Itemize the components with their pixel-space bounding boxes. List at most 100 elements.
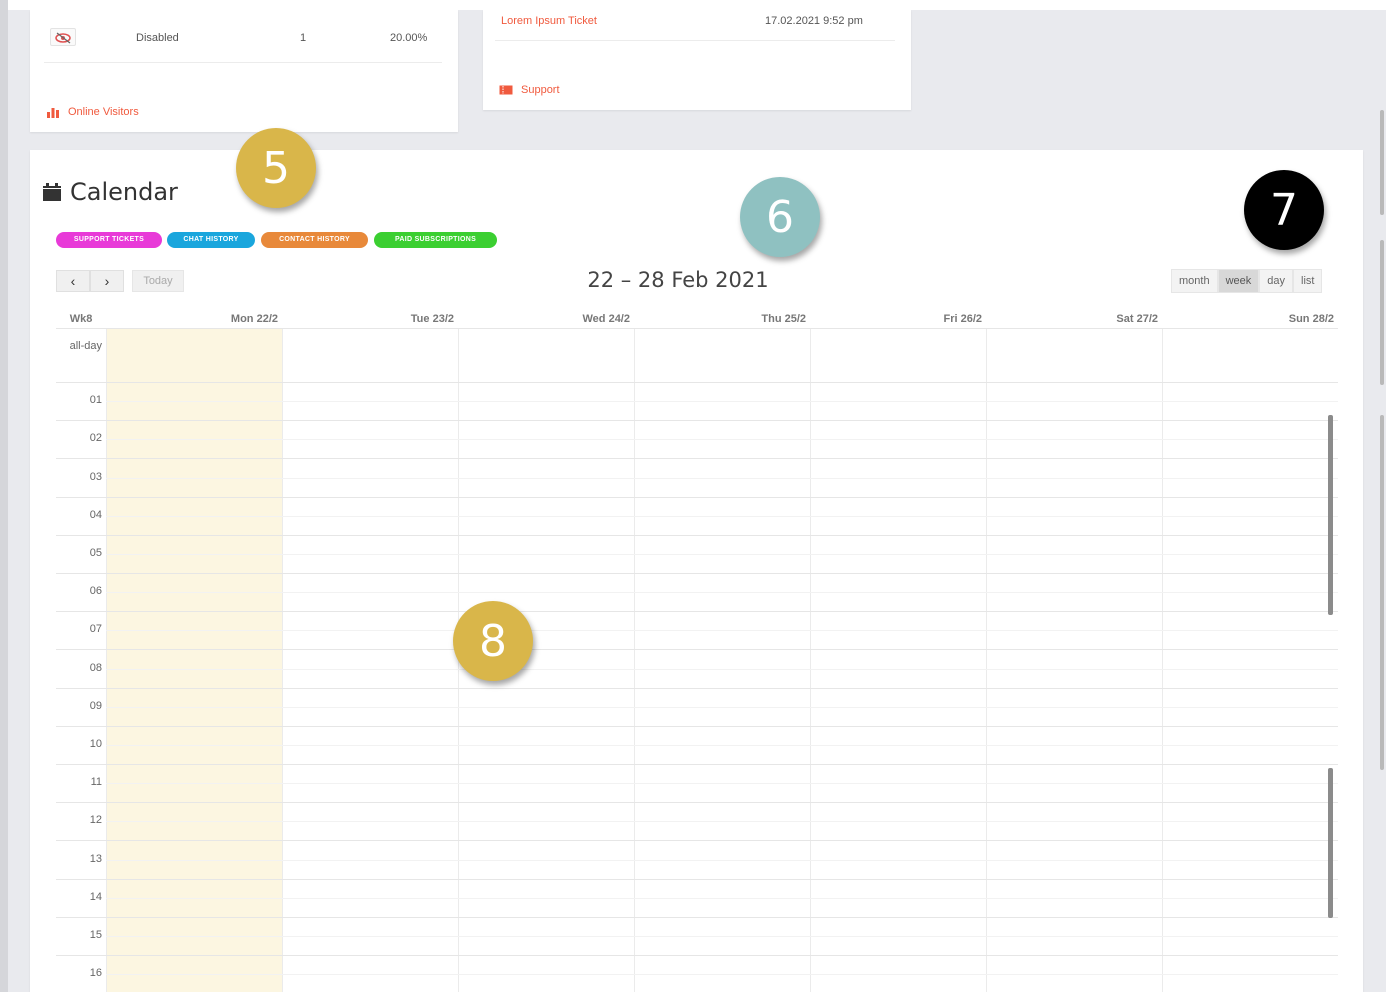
hour-label: 16 [89,967,102,980]
eye-disabled-icon [50,28,76,46]
half-hour-line [106,859,1338,861]
week-grid[interactable]: Wk8 all-day Mon 22/2 Tue 23/2 Wed 24/2 Thu … [56,310,1338,992]
half-hour-line [106,477,1338,479]
legend-chat-history[interactable]: CHAT HISTORY [167,232,255,248]
hour-label: 10 [89,737,102,750]
day-view-button[interactable]: day [1259,269,1294,293]
dashboard-viewport: Disabled 1 20.00% Online Visitors Lorem … [8,10,1386,992]
hour-label: 05 [89,546,102,559]
hour-line [56,955,1338,956]
row-divider [44,62,442,63]
hour-line [56,687,1338,689]
half-hour-line [106,935,1338,937]
half-hour-line [106,744,1338,746]
week-number-header: Wk8 [69,313,93,325]
half-hour-line [106,974,1338,976]
calendar-scrollbar-thumb[interactable] [1328,768,1333,918]
legend-contact-history[interactable]: CONTACT HISTORY [261,232,368,248]
bar-chart-icon [47,108,59,118]
half-hour-line [106,668,1338,670]
view-switcher: month week day list [1171,269,1323,293]
day-header[interactable]: Wed 24/2 [458,310,634,328]
hour-label: 09 [89,699,102,712]
annotation-badge-5: 5 [236,128,316,208]
visitor-status-label: Disabled [136,32,179,44]
legend-support-tickets[interactable]: SUPPORT TICKETS [56,232,162,248]
online-visitors-card: Disabled 1 20.00% Online Visitors [30,10,458,132]
date-range-title: 22 – 28 Feb 2021 [587,268,769,292]
hour-label: 14 [89,890,102,903]
hour-line [56,611,1338,613]
page-scrollbar-thumb[interactable] [1380,415,1384,770]
hour-label: 04 [89,508,102,521]
hour-label: 01 [89,394,102,407]
all-day-label: all-day [69,340,102,352]
half-hour-line [106,401,1338,403]
page-scrollbar-thumb[interactable] [1380,240,1384,385]
calendar-icon [43,183,61,201]
visitor-percent: 20.00% [390,32,428,44]
ticket-title-link[interactable]: Lorem Ipsum Ticket [501,15,597,27]
half-hour-line [106,821,1338,823]
half-hour-line [106,783,1338,785]
calendar-heading: Calendar [42,178,178,206]
hour-line [56,458,1338,460]
day-header[interactable]: Fri 26/2 [810,310,986,328]
day-header[interactable]: Thu 25/2 [634,310,810,328]
page-scrollbar-thumb[interactable] [1380,110,1384,215]
day-header[interactable]: Sun 28/2 [1162,310,1338,328]
hour-line [56,764,1338,765]
window-left-edge [0,0,8,992]
legend-paid-subscriptions[interactable]: PAID SUBSCRIPTIONS [374,232,497,248]
half-hour-line [106,439,1338,441]
hour-line [56,496,1338,498]
hour-label: 12 [89,814,102,827]
half-hour-line [106,706,1338,708]
hour-label: 06 [89,585,102,598]
header-divider [56,328,1338,329]
hour-line [56,840,1338,842]
day-column-divider [1162,328,1163,992]
hour-line [56,725,1338,727]
hour-label: 03 [89,470,102,483]
today-column-highlight [106,328,282,992]
annotation-badge-6: 6 [740,177,820,257]
all-day-divider [56,382,1338,383]
week-view-button[interactable]: week [1217,269,1260,293]
half-hour-line [106,630,1338,632]
annotation-badge-8: 8 [453,601,533,681]
half-hour-line [106,515,1338,517]
hour-label: 11 [90,776,102,789]
calendar-title: Calendar [70,178,178,206]
support-tickets-card: Lorem Ipsum Ticket 17.02.2021 9:52 pm Su… [483,10,911,110]
support-link[interactable]: Support [499,84,560,96]
day-column-divider [986,328,987,992]
hour-label: 15 [89,928,102,941]
ticket-icon [499,85,513,95]
hour-line [56,916,1338,918]
support-label: Support [521,84,560,96]
hour-label: 13 [89,852,102,865]
hour-line [56,420,1338,422]
half-hour-line [106,897,1338,899]
day-column-divider [810,328,811,992]
online-visitors-label: Online Visitors [68,106,139,118]
online-visitors-link[interactable]: Online Visitors [46,106,139,118]
day-column-divider [106,328,107,992]
ticket-date: 17.02.2021 9:52 pm [765,15,863,27]
hour-line [56,802,1338,804]
day-header[interactable]: Mon 22/2 [106,310,282,328]
calendar-scrollbar-thumb[interactable] [1328,415,1333,615]
visitor-count: 1 [300,32,307,44]
month-view-button[interactable]: month [1171,269,1218,293]
day-header[interactable]: Tue 23/2 [282,310,458,328]
row-divider [495,40,895,41]
hour-line [56,878,1338,880]
list-view-button[interactable]: list [1293,269,1323,293]
day-column-divider [282,328,283,992]
hour-line [56,573,1338,574]
day-header[interactable]: Sat 27/2 [986,310,1162,328]
calendar-card: Calendar SUPPORT TICKETS CHAT HISTORY CO… [30,150,1363,992]
hour-label: 02 [89,432,102,445]
half-hour-line [106,592,1338,594]
